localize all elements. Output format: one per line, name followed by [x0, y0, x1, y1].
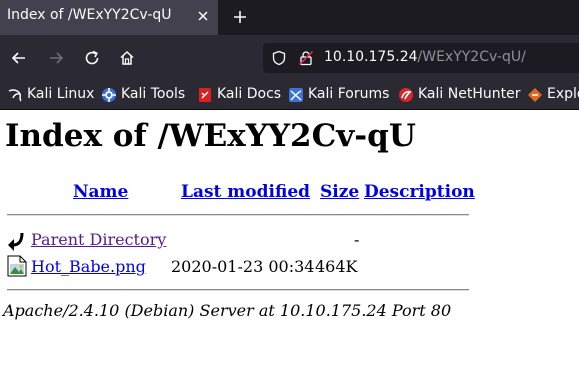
forward-icon[interactable]: [47, 49, 65, 67]
kali-tools-icon: [102, 88, 116, 102]
plus-icon[interactable]: [232, 9, 248, 25]
table-cell-last-modified: 2020-01-23 00:34: [171, 257, 315, 276]
bookmark-label: Kali Forums: [308, 86, 390, 102]
bookmark-label: Kali Tools: [121, 86, 186, 102]
column-header-name[interactable]: Name: [73, 182, 128, 202]
back-arrow-icon: [8, 232, 24, 251]
tab-bar: Index of /WExYY2Cv-qU: [0, 0, 579, 35]
nethunter-icon: [399, 88, 413, 102]
table-cell-size: 464K: [315, 257, 358, 276]
url-text[interactable]: 10.10.175.24/WExYY2Cv-qU/: [324, 49, 526, 65]
kali-docs-icon: [199, 88, 211, 102]
column-header-description[interactable]: Description: [364, 182, 475, 202]
column-header-last-modified[interactable]: Last modified: [181, 182, 310, 202]
kali-forums-icon: [289, 88, 303, 102]
insecure-lock-icon[interactable]: [298, 50, 314, 66]
column-header-size[interactable]: Size: [320, 182, 359, 202]
url-host: 10.10.175.24: [324, 49, 418, 65]
reload-icon[interactable]: [83, 49, 101, 67]
browser-tab[interactable]: Index of /WExYY2Cv-qU: [0, 0, 218, 35]
exploit-db-icon: [528, 88, 542, 102]
bookmark-label: Explo: [547, 86, 579, 102]
bookmark-label: Kali NetHunter: [418, 86, 521, 102]
close-icon[interactable]: [195, 8, 211, 24]
bookmark-label: Kali Linux: [27, 86, 95, 102]
page-title: Index of /WExYY2Cv-qU: [5, 118, 416, 154]
footer-divider: [7, 289, 469, 291]
image-file-icon: [7, 255, 27, 277]
shield-icon[interactable]: [271, 50, 287, 66]
url-path: /WExYY2Cv-qU/: [417, 49, 526, 65]
server-signature: Apache/2.4.10 (Debian) Server at 10.10.1…: [3, 301, 452, 320]
table-cell-size: -: [354, 230, 360, 249]
back-icon[interactable]: [10, 49, 28, 67]
header-divider: [7, 214, 469, 216]
file-link[interactable]: Hot_Babe.png: [31, 257, 146, 276]
parent-directory-link[interactable]: Parent Directory: [31, 230, 166, 249]
kali-dragon-icon: [8, 89, 22, 102]
bookmark-label: Kali Docs: [217, 86, 282, 102]
home-icon[interactable]: [118, 49, 136, 67]
tab-title: Index of /WExYY2Cv-qU: [7, 7, 172, 23]
